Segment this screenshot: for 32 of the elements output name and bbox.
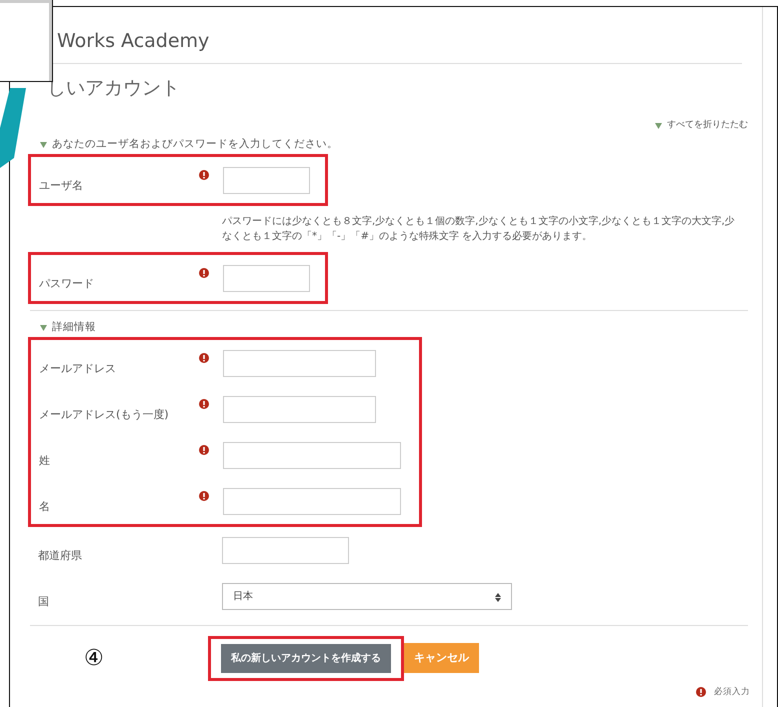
field-label: パスワード: [39, 276, 95, 292]
triangle-icon: [655, 123, 662, 129]
required-icon: [199, 490, 209, 501]
text-field[interactable]: [223, 488, 401, 514]
text-field[interactable]: [223, 442, 401, 468]
text-field[interactable]: [223, 350, 376, 376]
required-note: 必須入力: [714, 686, 750, 699]
field-label: 国: [38, 594, 50, 610]
field-label: 名: [39, 498, 51, 515]
field-label: 都道府県: [38, 548, 83, 564]
required-icon: [199, 268, 209, 278]
section-legend[interactable]: あなたのユーザ名およびパスワードを入力してください。: [52, 137, 338, 153]
field-label: ユーザ名: [39, 178, 84, 194]
required-icon: [199, 352, 209, 363]
text-field[interactable]: [223, 396, 376, 422]
field-label: 姓: [39, 452, 51, 469]
section-legend[interactable]: 詳細情報: [52, 320, 96, 336]
text-field[interactable]: [222, 536, 349, 564]
field-label: メールアドレス(もう一度): [39, 406, 170, 423]
required-icon: [199, 444, 209, 455]
required-icon: [696, 687, 706, 698]
help-text: パスワードには少なくとも８文字,少なくとも１個の数字,少なくとも１文字の小文字,少なくとも１文字の大文字,少なくとも１文字の「*」「-」「#」のような特殊文字 を入力する必要があります。: [222, 214, 736, 244]
required-icon: [199, 398, 209, 409]
collapse-all-link[interactable]: すべてを折りたたむ: [667, 119, 748, 133]
text-field[interactable]: [223, 264, 310, 292]
text-field[interactable]: [223, 166, 310, 194]
select-arrows-icon: [495, 592, 501, 602]
required-icon: [199, 170, 209, 180]
field-label: メールアドレス: [39, 360, 117, 377]
country-select[interactable]: 日本: [222, 582, 512, 610]
create-account-button[interactable]: 私の新しいアカウントを作成する: [221, 644, 391, 672]
step-marker: ④: [83, 644, 105, 672]
